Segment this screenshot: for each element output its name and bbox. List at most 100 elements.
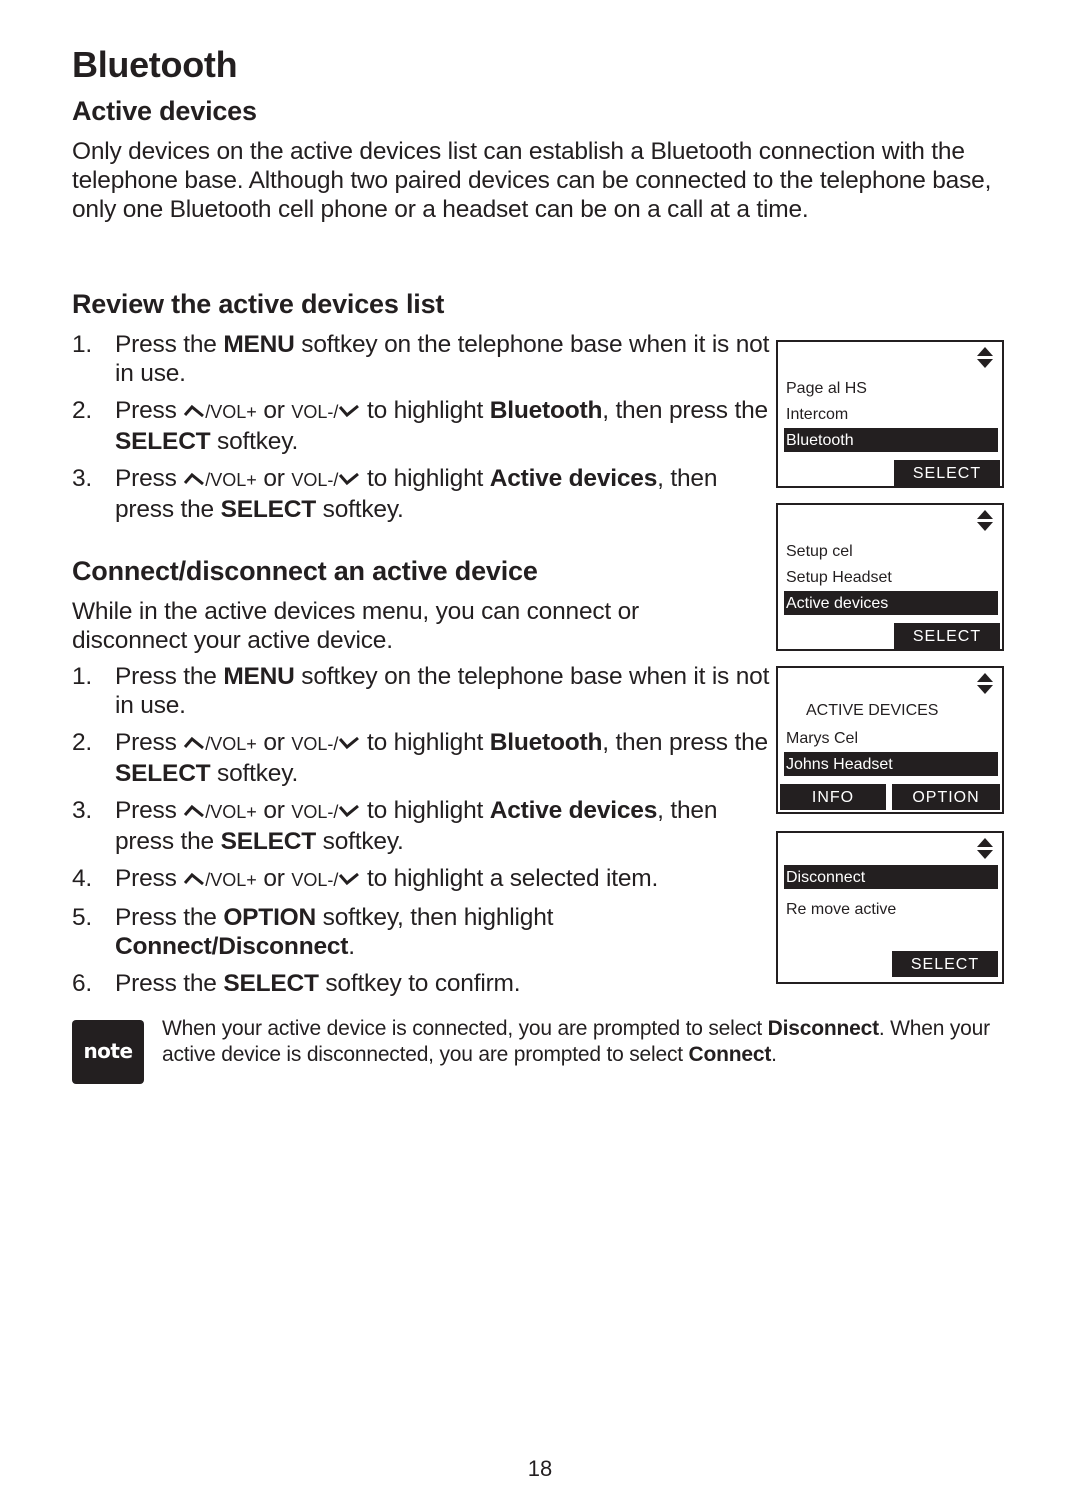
- menu-row: Setup cel: [786, 543, 853, 560]
- option-softkey: OPTION: [892, 784, 1000, 810]
- select-key-label: SELECT: [220, 496, 317, 523]
- review-step-2: 2. Press /VOL+ or VOL-/ to highlight Blu…: [72, 396, 772, 456]
- vol-down-label: VOL-/: [291, 734, 339, 754]
- select-softkey: SELECT: [894, 623, 1000, 649]
- step-text: to highlight: [360, 797, 490, 824]
- step-number: 4.: [72, 865, 93, 892]
- menu-row-highlighted: Disconnect: [784, 865, 998, 889]
- step-text: softkey.: [316, 496, 404, 523]
- step-text: softkey to confirm.: [318, 970, 521, 997]
- menu-row: Setup Headset: [786, 569, 892, 586]
- connect-step-3: 3. Press /VOL+ or VOL-/ to highlight Act…: [72, 796, 772, 856]
- menu-row: Re move active: [786, 901, 897, 918]
- up-arrow-key-icon: [184, 872, 205, 886]
- select-softkey: SELECT: [892, 951, 998, 977]
- step-text: or: [256, 397, 292, 424]
- scroll-updown-icon: [977, 673, 993, 694]
- section-heading-review: Review the active devices list: [72, 289, 445, 319]
- menu-row-highlighted: Bluetooth: [784, 428, 998, 452]
- connect-step-4: 4. Press /VOL+ or VOL-/ to highlight a s…: [72, 864, 772, 895]
- vol-up-label: /VOL+: [205, 470, 257, 490]
- step-number: 1.: [72, 663, 93, 690]
- step-number: 6.: [72, 970, 93, 997]
- lcd-screen-main-menu: Page al HS Intercom Bluetooth SELECT: [776, 340, 1004, 488]
- select-key-label: SELECT: [220, 828, 317, 855]
- bluetooth-label: Bluetooth: [489, 397, 603, 424]
- step-text: Press: [115, 729, 184, 756]
- bluetooth-label: Bluetooth: [489, 729, 603, 756]
- screen-title: ACTIVE DEVICES: [806, 702, 939, 719]
- vol-down-label: VOL-/: [291, 470, 339, 490]
- step-text: .: [348, 933, 355, 960]
- step-text: to highlight: [360, 465, 490, 492]
- active-devices-intro: Only devices on the active devices list …: [72, 138, 992, 223]
- step-number: 1.: [72, 331, 93, 358]
- section-heading-connect: Connect/disconnect an active device: [72, 556, 538, 586]
- step-text: softkey.: [316, 828, 404, 855]
- step-text: or: [256, 797, 292, 824]
- step-number: 5.: [72, 904, 93, 931]
- vol-up-label: /VOL+: [205, 734, 257, 754]
- select-key-label: SELECT: [223, 970, 319, 997]
- step-text: Press the: [115, 904, 224, 931]
- step-text: or: [256, 729, 292, 756]
- step-text: Press the: [115, 663, 224, 690]
- vol-up-label: /VOL+: [205, 402, 257, 422]
- step-text: softkey.: [210, 760, 299, 787]
- step-text: , then press the: [602, 397, 768, 424]
- connect-steps: 1. Press the MENU softkey on the telepho…: [72, 662, 772, 1006]
- step-text: softkey, then highlight: [316, 904, 554, 931]
- active-devices-label: Active devices: [489, 465, 658, 492]
- lcd-screen-active-devices: ACTIVE DEVICES Marys Cel Johns Headset I…: [776, 666, 1004, 814]
- connect-step-2: 2. Press /VOL+ or VOL-/ to highlight Blu…: [72, 728, 772, 788]
- step-text: or: [256, 865, 292, 892]
- connect-step-5: 5. Press the OPTION softkey, then highli…: [72, 903, 772, 961]
- step-text: Press: [115, 465, 184, 492]
- scroll-updown-icon: [977, 347, 993, 368]
- menu-row-highlighted: Johns Headset: [784, 752, 998, 776]
- step-number: 2.: [72, 397, 93, 424]
- vol-down-label: VOL-/: [291, 802, 339, 822]
- review-step-3: 3. Press /VOL+ or VOL-/ to highlight Act…: [72, 464, 772, 524]
- section-heading-active-devices: Active devices: [72, 96, 257, 126]
- down-arrow-key-icon: [339, 472, 360, 486]
- note-text: When your active device is connected, yo…: [162, 1016, 1002, 1067]
- disconnect-label: Disconnect: [767, 1017, 879, 1040]
- vol-up-label: /VOL+: [205, 870, 257, 890]
- page-title: Bluetooth: [72, 44, 238, 85]
- step-text: softkey.: [210, 428, 299, 455]
- review-step-1: 1. Press the MENU softkey on the telepho…: [72, 330, 772, 388]
- up-arrow-key-icon: [184, 736, 205, 750]
- up-arrow-key-icon: [184, 404, 205, 418]
- select-key-label: SELECT: [115, 428, 211, 455]
- note-icon: note: [72, 1020, 144, 1084]
- vol-down-label: VOL-/: [291, 402, 339, 422]
- scroll-updown-icon: [977, 510, 993, 531]
- select-softkey: SELECT: [894, 460, 1000, 486]
- note-text-part: When your active device is connected, yo…: [162, 1017, 768, 1040]
- step-text: , then press the: [602, 729, 768, 756]
- note-text-part: .: [771, 1042, 777, 1066]
- menu-row: Marys Cel: [786, 730, 859, 747]
- step-text: Press: [115, 797, 184, 824]
- menu-key-label: MENU: [223, 663, 295, 690]
- menu-row-highlighted: Active devices: [784, 591, 998, 615]
- option-key-label: OPTION: [223, 904, 317, 931]
- connect-intro: While in the active devices menu, you ca…: [72, 598, 640, 654]
- vol-up-label: /VOL+: [205, 802, 257, 822]
- review-steps: 1. Press the MENU softkey on the telepho…: [72, 330, 772, 532]
- down-arrow-key-icon: [339, 736, 360, 750]
- down-arrow-key-icon: [339, 404, 360, 418]
- step-text: to highlight a selected item.: [360, 865, 659, 892]
- step-text: Press the: [115, 970, 224, 997]
- scroll-updown-icon: [977, 838, 993, 859]
- vol-down-label: VOL-/: [291, 870, 339, 890]
- step-text: or: [256, 465, 292, 492]
- connect-label: Connect: [688, 1042, 772, 1066]
- step-text: to highlight: [360, 397, 490, 424]
- menu-key-label: MENU: [223, 331, 295, 358]
- step-text: Press: [115, 865, 184, 892]
- connect-disconnect-label: Connect/Disconnect: [115, 933, 349, 960]
- info-softkey: INFO: [780, 784, 886, 810]
- down-arrow-key-icon: [339, 804, 360, 818]
